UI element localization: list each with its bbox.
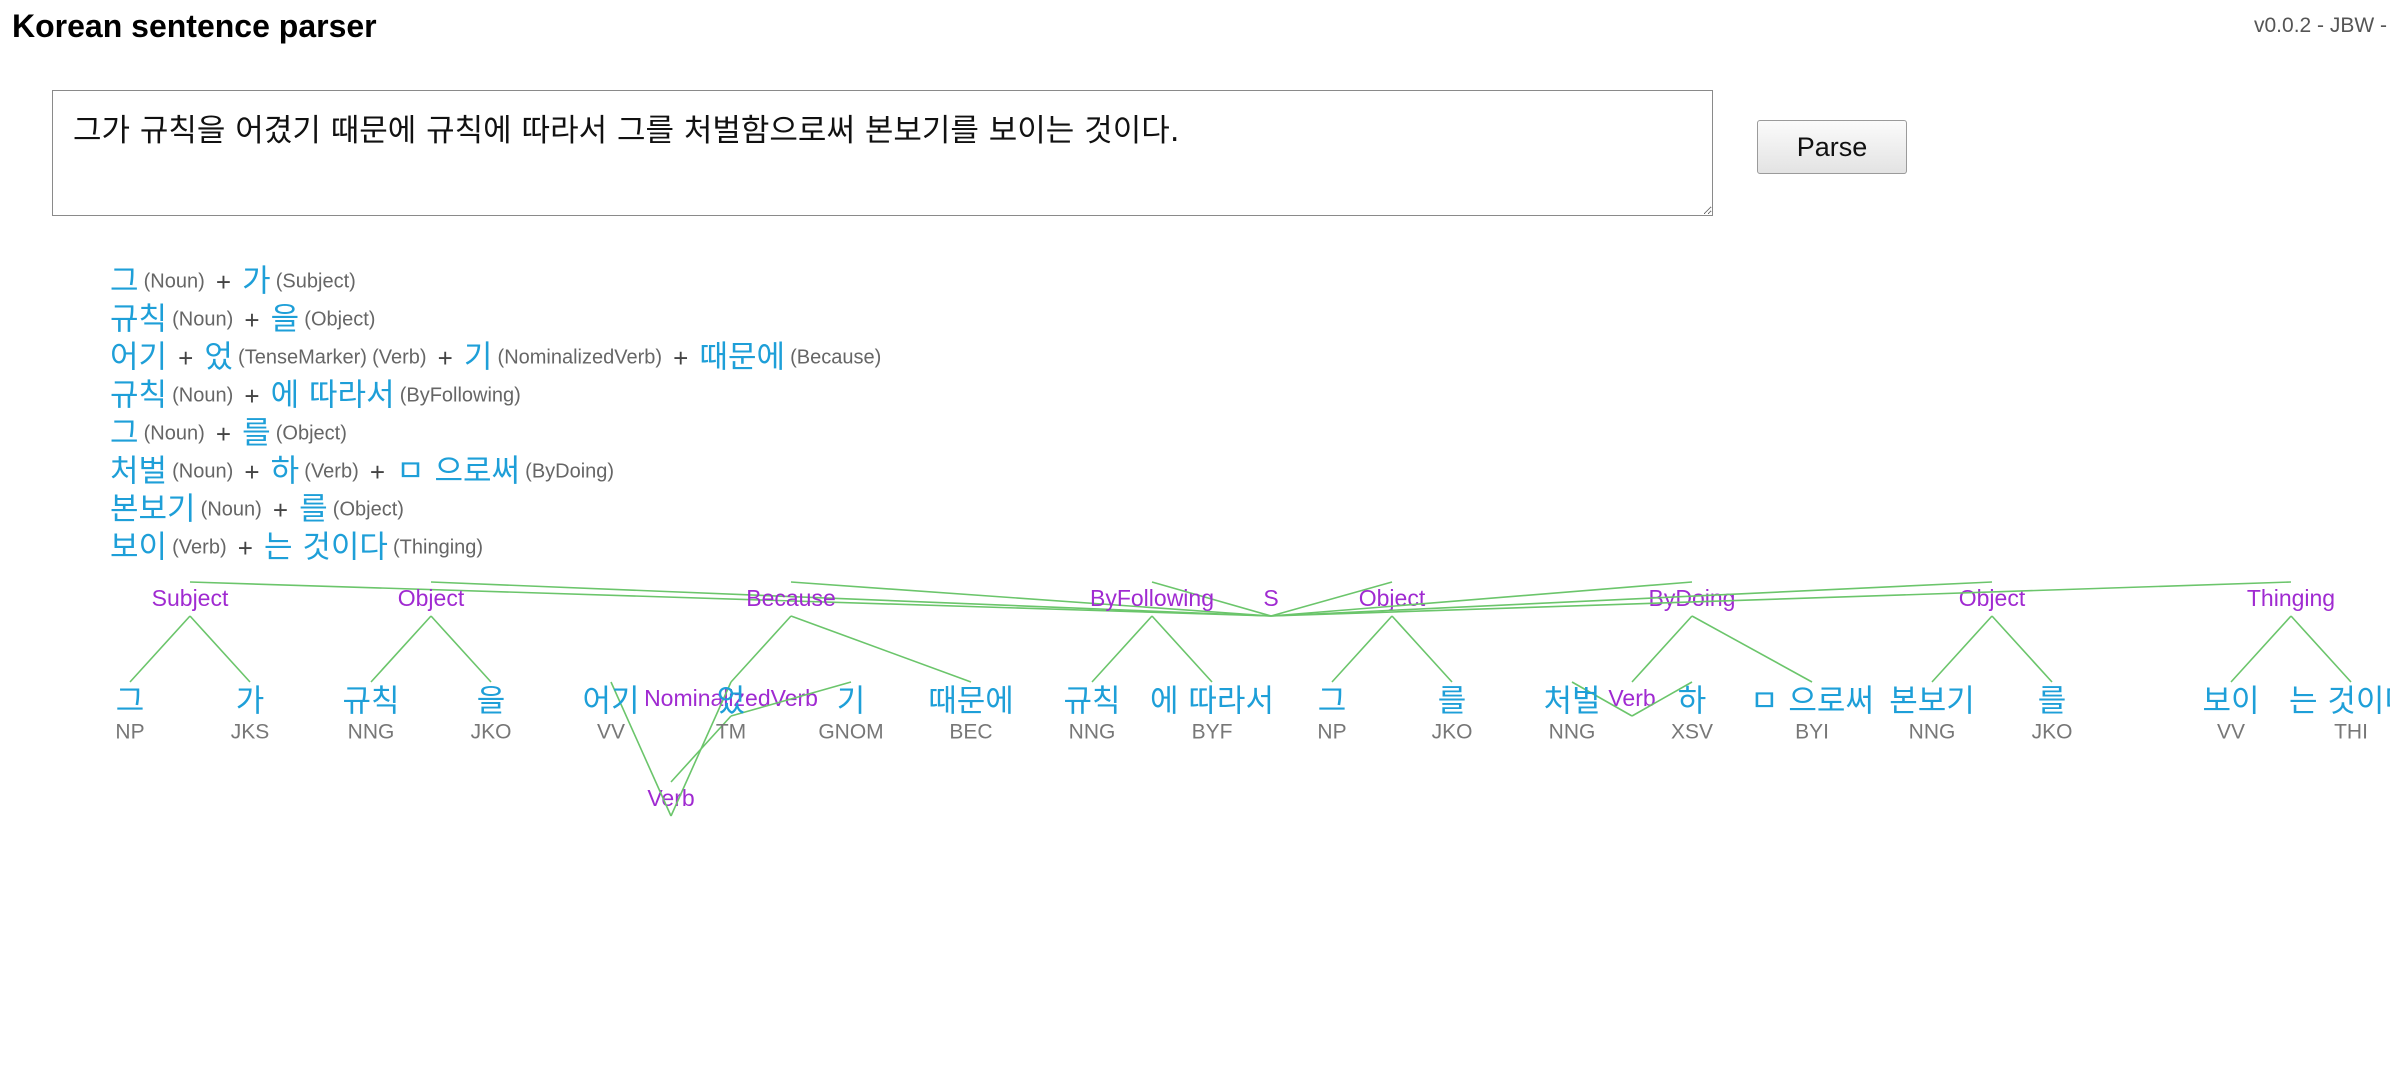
tree-leaf-word: 는 것이다 [2289, 684, 2390, 720]
tree-leaf-pos: NP [1317, 721, 1346, 744]
tree-leaf-word: 때문에 [928, 684, 1014, 720]
tree-leaf-word: 기 [837, 684, 866, 720]
tree-leaf-word: 규칙 [1063, 684, 1120, 720]
tree-edge [370, 615, 432, 683]
tree-leaf-pos: VV [597, 721, 625, 744]
tree-edge [1631, 615, 1693, 683]
tree-leaf-pos: BYF [1192, 721, 1233, 744]
tree-leaf-word: 를 [2038, 684, 2067, 720]
tree-node-label: Object [398, 585, 465, 611]
tree-leaf-pos: TM [716, 721, 746, 744]
tree-leaf-word: 그 [116, 684, 145, 720]
tree-edge [1091, 615, 1153, 683]
tree-edge [1991, 615, 2053, 683]
tree-edge [1691, 615, 1813, 683]
tree-edge [730, 615, 792, 683]
tree-leaf-word: 규칙 [342, 684, 399, 720]
tree-leaf-pos: JKO [1432, 721, 1473, 744]
tree-leaf-word: 에 따라서 [1150, 684, 1274, 720]
tree-leaf-pos: JKO [471, 721, 512, 744]
tree-node-label: Subject [152, 585, 229, 611]
tree-leaf-word: ㅁ 으로써 [1750, 684, 1874, 720]
tree-leaf-pos: NNG [1909, 721, 1956, 744]
tree-leaf-word: 어기 [582, 684, 639, 720]
tree-node-label: Thinging [2247, 585, 2335, 611]
tree-node-label: Object [1959, 585, 2026, 611]
tree-leaf-pos: JKS [231, 721, 270, 744]
tree-leaf-word: 본보기 [1889, 684, 1975, 720]
tree-leaf-pos: BYI [1795, 721, 1829, 744]
tree-leaf-word: 처벌 [1543, 684, 1600, 720]
tree-node-label: Verb [647, 785, 694, 811]
tree-node-label: Object [1359, 585, 1426, 611]
tree-edge [189, 615, 251, 683]
tree-leaf-pos: XSV [1671, 721, 1713, 744]
tree-edge [1391, 615, 1453, 683]
tree-node-label: Because [746, 585, 836, 611]
tree-leaf-pos: JKO [2032, 721, 2073, 744]
tree-leaf-word: 그 [1318, 684, 1347, 720]
tree-leaf-pos: BEC [949, 721, 992, 744]
tree-leaf-word: 보이 [2202, 684, 2259, 720]
tree-leaf-word: 하 [1678, 684, 1707, 720]
tree-leaf-pos: NP [115, 721, 144, 744]
tree-node-label: ByFollowing [1090, 585, 1214, 611]
tree-leaf-pos: GNOM [818, 721, 883, 744]
tree-edge [790, 615, 972, 683]
tree-edge [129, 615, 191, 683]
tree-leaf-pos: NNG [1069, 721, 1116, 744]
tree-leaf-pos: NNG [348, 721, 395, 744]
tree-edge [430, 615, 492, 683]
tree-leaf-word: 을 [477, 684, 506, 720]
tree-edge [2230, 615, 2292, 683]
tree-leaf-pos: NNG [1549, 721, 1596, 744]
tree-leaf-word: 가 [236, 684, 265, 720]
tree-edge [2290, 615, 2352, 683]
tree-leaf-word: 를 [1438, 684, 1467, 720]
parse-tree: Subject Object BecauseNominalizedVerbVerbB… [115, 581, 2390, 817]
tree-edge [1331, 615, 1393, 683]
tree-edge [1151, 615, 1213, 683]
tree-edge [1931, 615, 1993, 683]
tree-leaf-pos: THI [2334, 721, 2368, 744]
tree-node-label: S [1263, 585, 1278, 611]
tree-leaf-pos: VV [2217, 721, 2245, 744]
tree-leaf-word: 었 [717, 684, 746, 720]
